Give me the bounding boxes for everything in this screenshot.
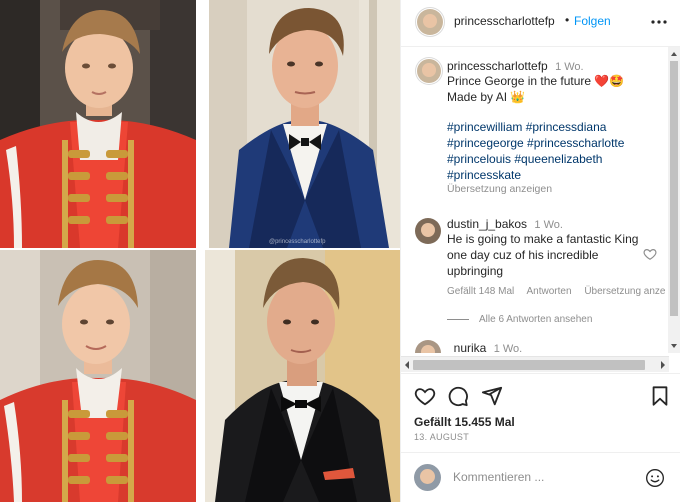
heart-icon[interactable] [414, 385, 436, 407]
comment-translate-link[interactable]: Übersetzung anze [584, 286, 665, 297]
comment-age-2: 1 Wo. [493, 343, 523, 353]
photo-adult-bottom [205, 250, 400, 502]
watermark-text: @princesscharlottefp [269, 239, 326, 245]
comment-likes-count[interactable]: Gefällt 148 Mal [447, 286, 514, 297]
post-likes-count[interactable]: Gefällt 15.455 Mal [414, 415, 515, 429]
comment-actions: Gefällt 148 Mal Antworten Übersetzung an… [447, 286, 669, 297]
more-horizontal-icon[interactable] [651, 19, 667, 25]
comment-composer [401, 452, 680, 502]
caption-line-2: Made by AI 👑 [447, 90, 526, 104]
comment-reply-button[interactable]: Antworten [527, 286, 572, 297]
author-avatar[interactable] [417, 9, 443, 35]
comment-text: He is going to make a fantastic King one… [447, 232, 639, 278]
vertical-scrollbar[interactable] [668, 47, 680, 353]
comment-icon[interactable] [447, 385, 469, 407]
post-date: 13. AUGUST [414, 432, 470, 442]
horizontal-scrollbar[interactable] [401, 356, 669, 372]
comment-like-heart-icon[interactable] [643, 247, 657, 261]
comment-username-2[interactable]: _nurika [447, 341, 486, 353]
caption-avatar[interactable] [417, 59, 441, 83]
photo-adult-top: @princesscharlottefp [209, 0, 400, 248]
caption-translate-link[interactable]: Übersetzung anzeigen [447, 183, 552, 195]
commenter-avatar[interactable] [415, 218, 441, 244]
separator-dot: • [565, 13, 570, 27]
comment-header-2: _nurika 1 Wo. [447, 341, 522, 353]
post-header: princesscharlottefp • Folgen [401, 0, 680, 47]
author-username[interactable]: princesscharlottefp [454, 14, 555, 28]
view-replies-label[interactable]: Alle 6 Antworten ansehen [479, 314, 592, 325]
photo-young-boy-bottom [0, 250, 196, 502]
scroll-left-arrow-icon[interactable] [402, 357, 412, 373]
caption-age: 1 Wo. [555, 61, 584, 73]
comment-input[interactable] [451, 467, 631, 487]
comments-list[interactable]: princesscharlottefp 1 Wo. Prince George … [401, 47, 669, 353]
caption-line-1: Prince George in the future ❤️🤩 [447, 74, 625, 88]
caption-username[interactable]: princesscharlottefp [447, 59, 548, 73]
vertical-scroll-thumb[interactable] [670, 61, 678, 316]
bookmark-icon[interactable] [649, 385, 671, 407]
emoji-icon[interactable] [645, 468, 665, 488]
photo-young-boy-top [0, 0, 196, 248]
caption-header: princesscharlottefp 1 Wo. [447, 59, 584, 73]
comment-username[interactable]: dustin_j_bakos [447, 217, 527, 231]
view-replies-button[interactable]: Alle 6 Antworten ansehen [447, 314, 592, 325]
scroll-up-arrow-icon[interactable] [668, 49, 680, 59]
current-user-avatar [414, 464, 441, 491]
post-panel: princesscharlottefp • Folgen princesscha… [400, 0, 680, 502]
comment-header: dustin_j_bakos 1 Wo. [447, 217, 563, 231]
comment-age: 1 Wo. [534, 219, 563, 231]
post-image-collage[interactable]: @princesscharlottefp [0, 0, 400, 502]
send-icon[interactable] [481, 385, 503, 407]
replies-divider-line [447, 319, 469, 320]
horizontal-scroll-thumb[interactable] [413, 360, 645, 370]
follow-button[interactable]: Folgen [574, 14, 611, 28]
commenter-avatar-2[interactable] [415, 340, 441, 353]
caption-hashtags[interactable]: #princewilliam #princessdiana #princegeo… [447, 119, 667, 183]
scroll-right-arrow-icon[interactable] [658, 357, 668, 373]
scroll-down-arrow-icon[interactable] [668, 341, 680, 351]
